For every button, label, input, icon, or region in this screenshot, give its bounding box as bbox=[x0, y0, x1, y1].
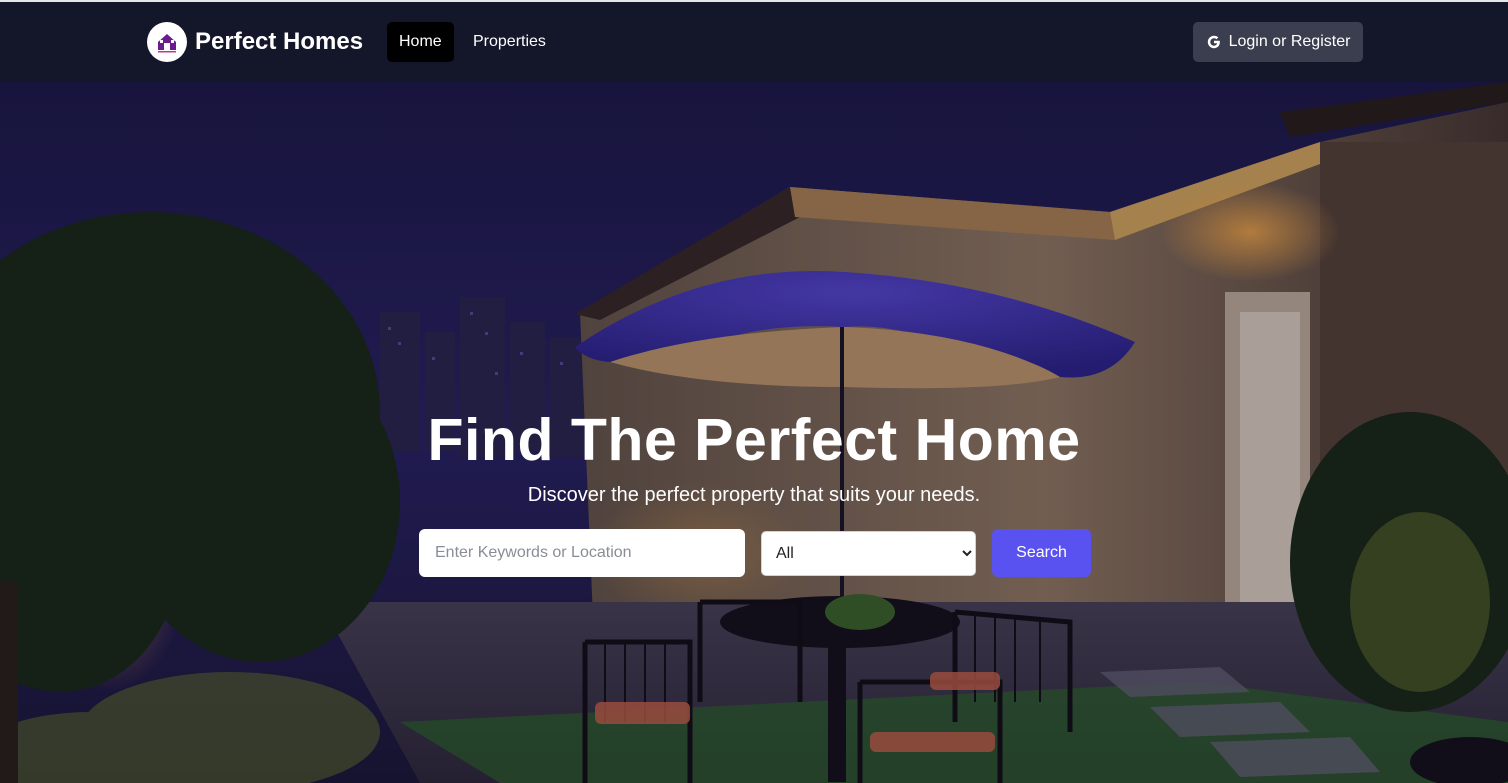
hero-title: Find The Perfect Home bbox=[427, 407, 1081, 473]
navbar: Perfect Homes Home Properties Login or R… bbox=[0, 2, 1508, 82]
nav-home[interactable]: Home bbox=[387, 22, 454, 62]
property-type-select[interactable]: All bbox=[761, 531, 976, 576]
hero-section: Find The Perfect Home Discover the perfe… bbox=[0, 82, 1508, 783]
login-register-button[interactable]: Login or Register bbox=[1193, 22, 1363, 62]
brand-name[interactable]: Perfect Homes bbox=[195, 27, 363, 57]
login-label: Login or Register bbox=[1228, 33, 1351, 50]
nav-properties[interactable]: Properties bbox=[461, 22, 558, 62]
search-input[interactable] bbox=[419, 529, 745, 577]
google-icon bbox=[1207, 35, 1220, 49]
house-logo-icon[interactable] bbox=[147, 22, 187, 62]
search-button[interactable]: Search bbox=[992, 529, 1091, 577]
hero-subtitle: Discover the perfect property that suits… bbox=[527, 484, 981, 506]
